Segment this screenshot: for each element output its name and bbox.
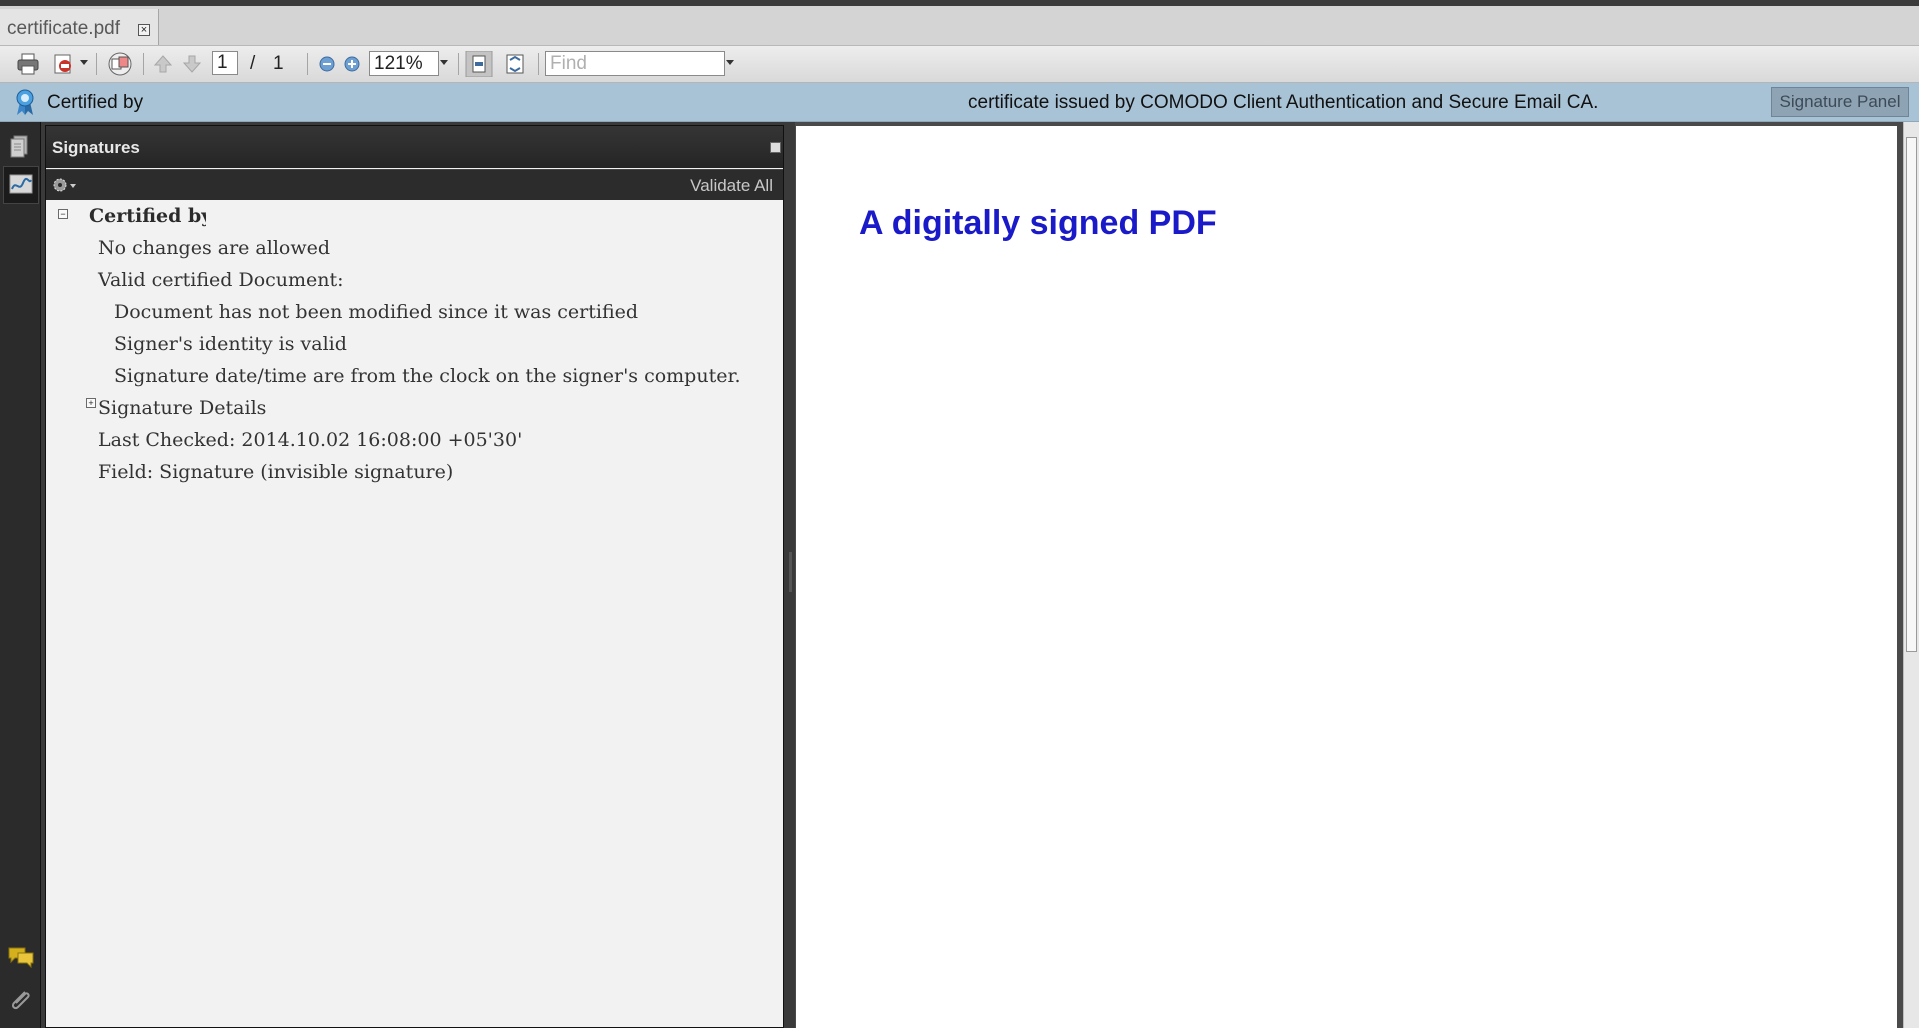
no-changes-item: No changes are allowed [98,237,331,259]
page-number-input[interactable]: 1 [212,51,238,75]
certified-by-label: Certified by [47,92,144,113]
pdf-page: A digitally signed PDF [796,126,1897,1028]
page-separator: / [250,53,256,74]
signatures-panel-toolbar: Validate All [46,169,783,200]
last-checked-item: Last Checked: 2014.10.02 16:08:00 +05'30… [98,429,523,451]
certificate-issuer-text: certificate issued by COMODO Client Auth… [968,92,1599,113]
previous-page-icon[interactable] [152,51,174,77]
navigation-rail [0,122,41,1028]
vertical-scrollbar[interactable] [1903,122,1919,1028]
zoom-level-field[interactable]: 121% [369,51,439,76]
not-modified-item: Document has not been modified since it … [114,301,639,323]
toolbar-divider [538,53,539,75]
signature-icon [9,174,33,194]
zoom-out-icon[interactable] [318,51,336,77]
clock-item: Signature date/time are from the clock o… [114,365,741,387]
pages-icon[interactable] [5,132,37,162]
zoom-in-icon[interactable] [343,51,361,77]
next-page-icon[interactable] [181,51,203,77]
signatures-panel: Signatures Validate All Certified by No … [45,125,784,1028]
fit-page-icon[interactable] [465,51,493,77]
print-icon[interactable] [15,51,41,77]
options-gear-icon[interactable] [51,176,77,194]
valid-certified-item: Valid certified Document: [98,269,344,291]
toolbar-divider [307,53,308,75]
signatures-tab[interactable] [3,166,39,204]
certified-by-node[interactable]: Certified by [89,205,212,227]
find-input[interactable]: Find [545,51,725,76]
toolbar-divider [143,53,144,75]
chevron-down-icon[interactable] [80,60,88,65]
find-options-chevron-icon[interactable] [726,60,734,65]
toolbar: 1 / 1 121% Find [0,46,1919,83]
scrollbar-thumb[interactable] [1906,137,1917,652]
certification-message-bar: Certified by certificate issued by COMOD… [0,83,1919,122]
tab-label: certificate.pdf [7,18,120,39]
identity-valid-item: Signer's identity is valid [114,333,347,355]
page-total: 1 [273,53,284,74]
collaborate-icon[interactable] [106,51,134,77]
tab-bar: certificate.pdf × [0,6,1919,46]
attachments-icon[interactable] [5,986,37,1016]
comments-icon[interactable] [5,942,37,972]
create-pdf-icon[interactable] [52,51,80,77]
toolbar-divider [458,53,459,75]
validate-all-button[interactable]: Validate All [690,176,773,196]
certified-ribbon-icon [16,89,34,115]
close-tab-icon[interactable]: × [138,24,150,36]
zoom-dropdown-chevron-icon[interactable] [440,60,448,65]
full-screen-icon[interactable] [502,51,528,77]
document-heading: A digitally signed PDF [859,204,1217,242]
signature-details-node[interactable]: Signature Details [98,397,266,419]
signature-panel-button[interactable]: Signature Panel [1771,87,1909,117]
toolbar-divider [96,53,97,75]
tab-certificate-pdf[interactable]: certificate.pdf × [0,9,159,45]
signatures-panel-header: Signatures [46,126,783,168]
panel-splitter[interactable] [786,122,795,1028]
collapse-node-icon[interactable]: − [58,209,68,219]
expand-node-icon[interactable]: + [86,398,96,408]
collapse-panel-icon[interactable] [770,142,781,153]
panel-title: Signatures [52,138,140,157]
redacted-signer-name [206,208,626,230]
redacted-signer-name [157,93,327,113]
field-item: Field: Signature (invisible signature) [98,461,454,483]
